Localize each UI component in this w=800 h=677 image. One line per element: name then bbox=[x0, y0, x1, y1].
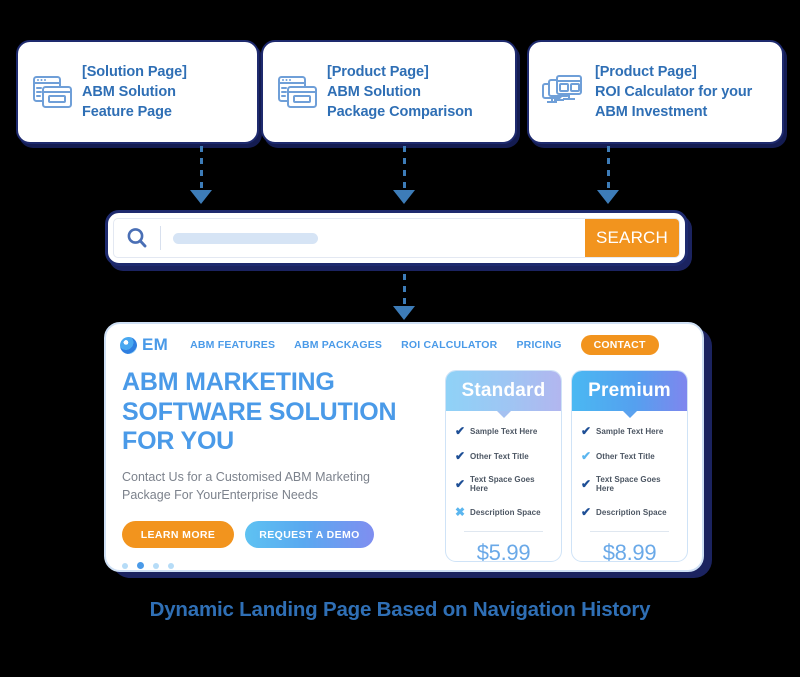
hero-subtitle-line-2: Package For YourEnterprise Needs bbox=[122, 488, 318, 503]
pricing-card-title: Premium bbox=[572, 371, 687, 418]
pricing-card-premium[interactable]: Premium ✔ Sample Text Here ✔ Other Text … bbox=[571, 370, 688, 562]
card-line-3: Package Comparison bbox=[327, 104, 473, 120]
check-icon: ✔ bbox=[455, 449, 466, 463]
list-item: ✔ Other Text Title bbox=[581, 450, 678, 462]
learn-more-button[interactable]: LEARN MORE bbox=[122, 521, 234, 548]
carousel-dot[interactable] bbox=[153, 562, 159, 569]
carousel-dot[interactable] bbox=[122, 562, 128, 569]
pricing-notch-icon bbox=[496, 411, 511, 418]
check-icon: ✔ bbox=[455, 477, 466, 491]
connector-line-card2 bbox=[403, 146, 406, 192]
connector-arrow-card1 bbox=[190, 190, 212, 204]
check-icon: ✔ bbox=[581, 424, 592, 438]
hero-subtitle: Contact Us for a Customised ABM Marketin… bbox=[122, 468, 434, 506]
source-card-roi-calculator[interactable]: [Product Page] ROI Calculator for your A… bbox=[527, 40, 784, 144]
card-line-2: ABM Solution bbox=[327, 84, 421, 100]
list-item: ✔ Text Space Goes Here bbox=[455, 475, 552, 493]
search-bar-inner: SEARCH bbox=[113, 218, 680, 258]
carousel-dot[interactable] bbox=[168, 562, 174, 569]
carousel-dots bbox=[122, 562, 434, 569]
source-card-solution-page[interactable]: [Solution Page] ABM Solution Feature Pag… bbox=[16, 40, 259, 144]
browser-windows-icon bbox=[28, 70, 72, 114]
landing-navbar: EM ABM FEATURES ABM PACKAGES ROI CALCULA… bbox=[106, 324, 702, 366]
feature-label: Text Space Goes Here bbox=[470, 475, 535, 493]
plan-price: $8.99 bbox=[602, 540, 657, 562]
pricing-feature-list: ✔ Sample Text Here ✔ Other Text Title ✔ … bbox=[446, 411, 561, 518]
search-magnifier-icon bbox=[114, 226, 160, 250]
plan-name: Standard bbox=[461, 380, 546, 401]
card-line-1: [Product Page] bbox=[595, 64, 697, 80]
connector-line-card1 bbox=[200, 146, 203, 192]
hero-section: ABM MARKETING SOFTWARE SOLUTION FOR YOU … bbox=[122, 368, 434, 569]
nav-item-roi-calculator[interactable]: ROI CALCULATOR bbox=[401, 339, 497, 351]
card-line-3: ABM Investment bbox=[595, 104, 708, 120]
list-item: ✔ Other Text Title bbox=[455, 450, 552, 462]
list-item: ✔ Sample Text Here bbox=[455, 425, 552, 437]
card-line-2: ROI Calculator for your bbox=[595, 84, 753, 100]
feature-label: Description Space bbox=[596, 507, 667, 517]
connector-line-search bbox=[403, 274, 406, 308]
feature-label: Sample Text Here bbox=[470, 426, 538, 436]
infographic-canvas: [Solution Page] ABM Solution Feature Pag… bbox=[0, 0, 800, 677]
nav-item-abm-packages[interactable]: ABM PACKAGES bbox=[294, 339, 382, 351]
check-icon: ✔ bbox=[581, 449, 592, 463]
source-card-label: [Product Page] ROI Calculator for your A… bbox=[595, 62, 752, 122]
connector-line-card3 bbox=[607, 146, 610, 192]
hero-title-line-1: ABM MARKETING bbox=[122, 368, 335, 396]
nav-item-pricing[interactable]: PRICING bbox=[516, 339, 561, 351]
browser-windows-icon bbox=[273, 70, 317, 114]
connector-arrow-card2 bbox=[393, 190, 415, 204]
desktop-monitors-icon bbox=[539, 70, 585, 114]
search-input[interactable] bbox=[161, 219, 585, 257]
feature-label: Other Text Title bbox=[596, 451, 655, 461]
source-card-package-comparison[interactable]: [Product Page] ABM Solution Package Comp… bbox=[261, 40, 517, 144]
source-card-label: [Product Page] ABM Solution Package Comp… bbox=[327, 62, 473, 122]
hero-buttons: LEARN MORE REQUEST A DEMO bbox=[122, 521, 434, 548]
landing-page-mockup: EM ABM FEATURES ABM PACKAGES ROI CALCULA… bbox=[104, 322, 704, 572]
hero-title-line-3: FOR YOU bbox=[122, 427, 235, 455]
hero-subtitle-line-1: Contact Us for a Customised ABM Marketin… bbox=[122, 469, 371, 484]
pricing-feature-list: ✔ Sample Text Here ✔ Other Text Title ✔ … bbox=[572, 411, 687, 518]
connector-arrow-search bbox=[393, 306, 415, 320]
check-icon: ✔ bbox=[455, 424, 466, 438]
check-icon: ✔ bbox=[581, 505, 592, 519]
diagram-caption: Dynamic Landing Page Based on Navigation… bbox=[149, 598, 651, 621]
hero-title-line-2: SOFTWARE SOLUTION bbox=[122, 397, 397, 426]
pricing-card-title: Standard bbox=[446, 371, 561, 418]
request-demo-button[interactable]: REQUEST A DEMO bbox=[245, 521, 374, 548]
plan-name: Premium bbox=[588, 380, 671, 401]
feature-label: Text Space Goes Here bbox=[596, 475, 661, 493]
list-item: ✔ Text Space Goes Here bbox=[581, 475, 678, 493]
card-line-3: Feature Page bbox=[82, 104, 172, 120]
check-icon: ✔ bbox=[581, 477, 592, 491]
card-line-1: [Solution Page] bbox=[82, 64, 187, 80]
card-line-1: [Product Page] bbox=[327, 64, 429, 80]
list-item: ✔ Sample Text Here bbox=[581, 425, 678, 437]
divider bbox=[590, 531, 669, 532]
list-item: ✔ Description Space bbox=[581, 506, 678, 518]
plan-price: $5.99 bbox=[476, 540, 531, 562]
cross-icon: ✖ bbox=[455, 505, 466, 519]
search-placeholder-pill bbox=[173, 232, 318, 244]
feature-label: Sample Text Here bbox=[596, 426, 664, 436]
nav-item-contact[interactable]: CONTACT bbox=[580, 335, 659, 355]
em-circle-logo-icon bbox=[120, 336, 137, 354]
search-bar[interactable]: SEARCH bbox=[105, 210, 688, 266]
card-line-2: ABM Solution bbox=[82, 84, 176, 100]
feature-label: Other Text Title bbox=[470, 451, 529, 461]
pricing-notch-icon bbox=[622, 411, 637, 418]
nav-item-abm-features[interactable]: ABM FEATURES bbox=[190, 339, 275, 351]
feature-label: Description Space bbox=[470, 507, 541, 517]
source-card-label: [Solution Page] ABM Solution Feature Pag… bbox=[82, 62, 187, 122]
connector-arrow-card3 bbox=[597, 190, 619, 204]
carousel-dot-active[interactable] bbox=[137, 562, 144, 569]
divider bbox=[464, 531, 543, 532]
list-item: ✖ Description Space bbox=[455, 506, 552, 518]
pricing-card-standard[interactable]: Standard ✔ Sample Text Here ✔ Other Text… bbox=[445, 370, 562, 562]
brand-logo[interactable]: EM bbox=[120, 335, 168, 355]
brand-logo-text: EM bbox=[142, 335, 169, 354]
search-button[interactable]: SEARCH bbox=[585, 219, 679, 257]
page-title: ABM MARKETING SOFTWARE SOLUTION FOR YOU bbox=[122, 368, 434, 457]
